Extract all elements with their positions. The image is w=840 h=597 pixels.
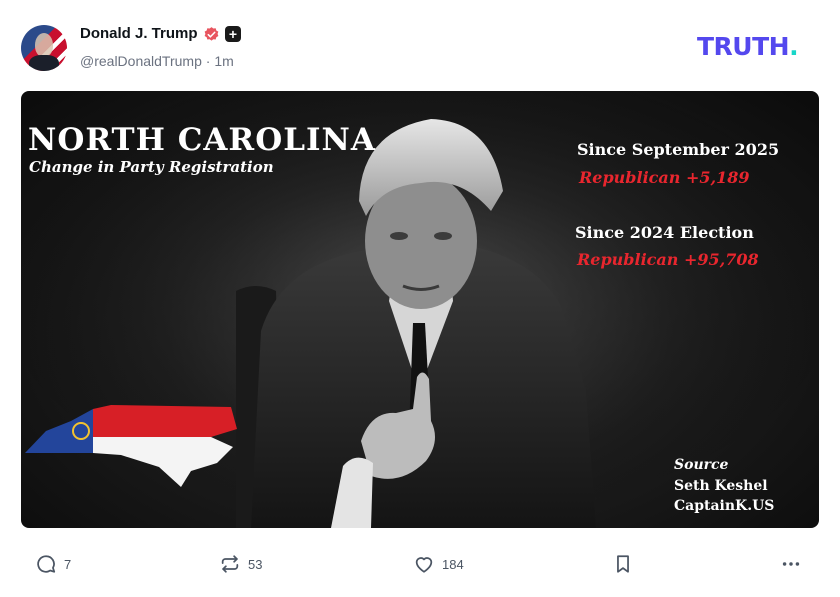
post-actions: 7 53 184 — [0, 548, 840, 580]
retruth-button[interactable]: 53 — [219, 548, 262, 580]
reply-icon — [37, 555, 56, 573]
like-button[interactable]: 184 — [413, 548, 464, 580]
avatar-suit — [29, 55, 59, 71]
verified-icon — [204, 27, 219, 41]
logo-dot: . — [789, 32, 799, 61]
stat-since-september-label: Since September 2025 — [577, 140, 780, 159]
like-count: 184 — [442, 556, 464, 572]
stat-since-election-label: Since 2024 Election — [575, 223, 754, 242]
logo-text: TRUTH — [697, 32, 790, 61]
author-meta: @realDonaldTrump · 1m — [80, 53, 234, 69]
image-title: NORTH CAROLINA — [28, 122, 376, 158]
post-image[interactable]: NORTH CAROLINA Change in Party Registrat… — [21, 91, 819, 528]
truth-logo[interactable]: TRUTH. — [697, 32, 799, 61]
image-subtitle: Change in Party Registration — [29, 158, 274, 176]
avatar[interactable] — [21, 25, 67, 71]
meta-separator: · — [205, 53, 211, 69]
reply-button[interactable]: 7 — [35, 548, 71, 580]
bookmark-button[interactable] — [612, 548, 634, 580]
retruth-count: 53 — [248, 556, 263, 572]
post-time[interactable]: 1m — [214, 53, 233, 69]
stat-since-election-value: Republican +95,708 — [577, 250, 759, 269]
plus-icon: + — [225, 26, 241, 42]
source-heading: Source — [674, 457, 729, 473]
avatar-face — [35, 33, 53, 57]
retruth-icon — [221, 555, 239, 573]
stat-since-september-value: Republican +5,189 — [579, 168, 750, 187]
reply-count: 7 — [64, 556, 72, 572]
more-options-button[interactable] — [780, 548, 802, 580]
more-icon — [782, 562, 800, 566]
author-handle[interactable]: @realDonaldTrump — [80, 53, 202, 69]
heart-icon — [415, 557, 433, 573]
bookmark-icon — [617, 555, 629, 573]
author-display-name[interactable]: Donald J. Trump — [80, 25, 198, 42]
source-site: CaptainK.US — [674, 498, 775, 514]
source-name: Seth Keshel — [674, 478, 768, 494]
